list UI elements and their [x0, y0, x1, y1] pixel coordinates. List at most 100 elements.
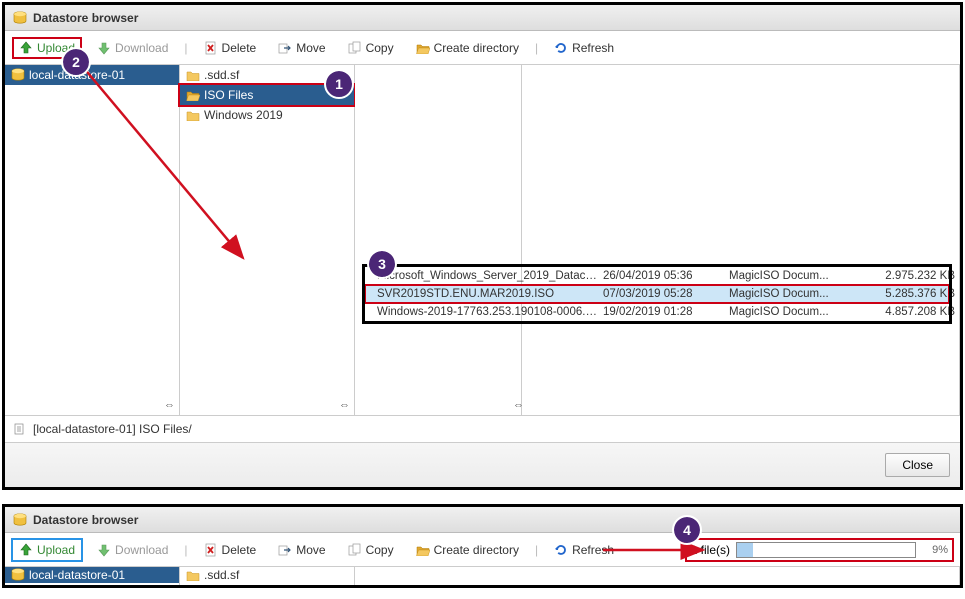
copy-button[interactable]: Copy: [342, 38, 400, 58]
delete-button[interactable]: Delete: [198, 38, 263, 58]
copy-icon: [348, 41, 362, 55]
copy-button[interactable]: Copy: [342, 540, 400, 560]
body-area: local-datastore-01 ⇔ .sdd.sf ISO Files W…: [5, 65, 960, 415]
file-type: MagicISO Docum...: [729, 306, 849, 318]
file-size: 5.285.376 KB: [855, 288, 955, 300]
delete-label: Delete: [222, 41, 257, 55]
datastore-icon: [11, 568, 25, 582]
pane-resizer[interactable]: ⇔: [339, 399, 350, 411]
folder-icon: [416, 42, 430, 54]
file-row[interactable]: SVR2019STD.ENU.MAR2019.ISO 07/03/2019 05…: [365, 285, 949, 303]
refresh-button[interactable]: Refresh: [548, 540, 620, 560]
refresh-icon: [554, 543, 568, 557]
file-pane: [355, 567, 960, 585]
folder-icon: [186, 89, 200, 101]
file-type: MagicISO Docum...: [729, 288, 849, 300]
folder-label: Windows 2019: [204, 108, 283, 122]
progress-fill: [737, 543, 753, 557]
folder-label: .sdd.sf: [204, 68, 239, 82]
folder-pane: .sdd.sf ISO Files Windows 2019 1 ⇔: [180, 65, 355, 415]
datastore-icon: [11, 68, 25, 82]
file-list-highlight: Microsoft_Windows_Server_2019_Datace... …: [365, 267, 949, 321]
move-icon: [278, 543, 292, 557]
pane-resizer[interactable]: ⇔: [164, 399, 175, 411]
toolbar: Upload Download | Delete Move Copy Crea: [5, 31, 960, 65]
secondary-window-wrap: Datastore browser Upload Download | Dele…: [2, 504, 963, 588]
folder-icon: [186, 109, 200, 121]
move-button[interactable]: Move: [272, 540, 331, 560]
close-button[interactable]: Close: [885, 453, 950, 477]
refresh-label: Refresh: [572, 543, 614, 557]
upload-icon: [19, 41, 33, 55]
folder-icon: [416, 544, 430, 556]
move-icon: [278, 41, 292, 55]
progress-bar: [736, 542, 916, 558]
path-text: [local-datastore-01] ISO Files/: [33, 422, 192, 436]
refresh-icon: [554, 41, 568, 55]
folder-item-sdd[interactable]: .sdd.sf: [180, 567, 354, 583]
copy-icon: [348, 543, 362, 557]
annotation-marker-2: 2: [63, 49, 89, 75]
pane-resizer[interactable]: ⇔: [513, 399, 524, 411]
create-dir-label: Create directory: [434, 41, 519, 55]
folder-item-win2019[interactable]: Windows 2019: [180, 105, 354, 125]
copy-label: Copy: [366, 543, 394, 557]
download-icon: [97, 543, 111, 557]
file-name: Microsoft_Windows_Server_2019_Datace...: [377, 270, 597, 282]
datastore-tree-pane: local-datastore-01 ⇔: [5, 65, 180, 415]
separator: |: [184, 543, 187, 557]
datastore-tree-item[interactable]: local-datastore-01: [5, 65, 179, 85]
file-date: 07/03/2019 05:28: [603, 288, 723, 300]
path-bar: [local-datastore-01] ISO Files/: [5, 415, 960, 442]
move-label: Move: [296, 543, 325, 557]
download-icon: [97, 41, 111, 55]
file-row[interactable]: Windows-2019-17763.253.190108-0006.rs...…: [365, 303, 949, 321]
file-pane: ⇔ 3 Microsoft_Windows_Server_2019_Datace…: [355, 65, 960, 415]
download-label: Download: [115, 543, 168, 557]
refresh-button[interactable]: Refresh: [548, 38, 620, 58]
folder-label: .sdd.sf: [204, 568, 239, 582]
create-dir-button[interactable]: Create directory: [410, 540, 525, 560]
folder-icon: [186, 569, 200, 581]
file-date: 19/02/2019 01:28: [603, 306, 723, 318]
move-button[interactable]: Move: [272, 38, 331, 58]
datastore-tree-pane: local-datastore-01: [5, 567, 180, 585]
move-label: Move: [296, 41, 325, 55]
datastore-label: local-datastore-01: [29, 568, 125, 582]
download-button[interactable]: Download: [91, 38, 174, 58]
titlebar: Datastore browser: [5, 507, 960, 533]
folder-pane: .sdd.sf: [180, 567, 355, 585]
download-button[interactable]: Download: [91, 540, 174, 560]
file-date: 26/04/2019 05:36: [603, 270, 723, 282]
window-title: Datastore browser: [33, 513, 138, 527]
annotation-marker-3: 3: [369, 251, 395, 277]
create-dir-label: Create directory: [434, 543, 519, 557]
separator: |: [535, 543, 538, 557]
toolbar: Upload Download | Delete Move Copy Crea: [5, 533, 960, 567]
datastore-icon: [13, 11, 27, 25]
upload-button[interactable]: Upload: [13, 540, 81, 560]
folder-label: ISO Files: [204, 88, 253, 102]
datastore-icon: [13, 513, 27, 527]
upload-icon: [19, 543, 33, 557]
titlebar: Datastore browser: [5, 5, 960, 31]
separator: |: [184, 41, 187, 55]
file-size: 2.975.232 KB: [855, 270, 955, 282]
delete-button[interactable]: Delete: [198, 540, 263, 560]
file-size: 4.857.208 KB: [855, 306, 955, 318]
file-type: MagicISO Docum...: [729, 270, 849, 282]
annotation-marker-4: 4: [674, 517, 700, 543]
file-row[interactable]: Microsoft_Windows_Server_2019_Datace... …: [365, 267, 949, 285]
main-window-wrap: Datastore browser Upload Download | Dele…: [2, 2, 963, 490]
datastore-tree-item[interactable]: local-datastore-01: [5, 567, 179, 583]
progress-percent: 9%: [922, 544, 948, 556]
annotation-marker-1: 1: [326, 71, 352, 97]
delete-icon: [204, 543, 218, 557]
create-dir-button[interactable]: Create directory: [410, 38, 525, 58]
file-name: SVR2019STD.ENU.MAR2019.ISO: [377, 288, 597, 300]
folder-icon: [186, 69, 200, 81]
download-label: Download: [115, 41, 168, 55]
progress-label: 1 file(s): [691, 543, 730, 557]
copy-label: Copy: [366, 41, 394, 55]
delete-icon: [204, 41, 218, 55]
